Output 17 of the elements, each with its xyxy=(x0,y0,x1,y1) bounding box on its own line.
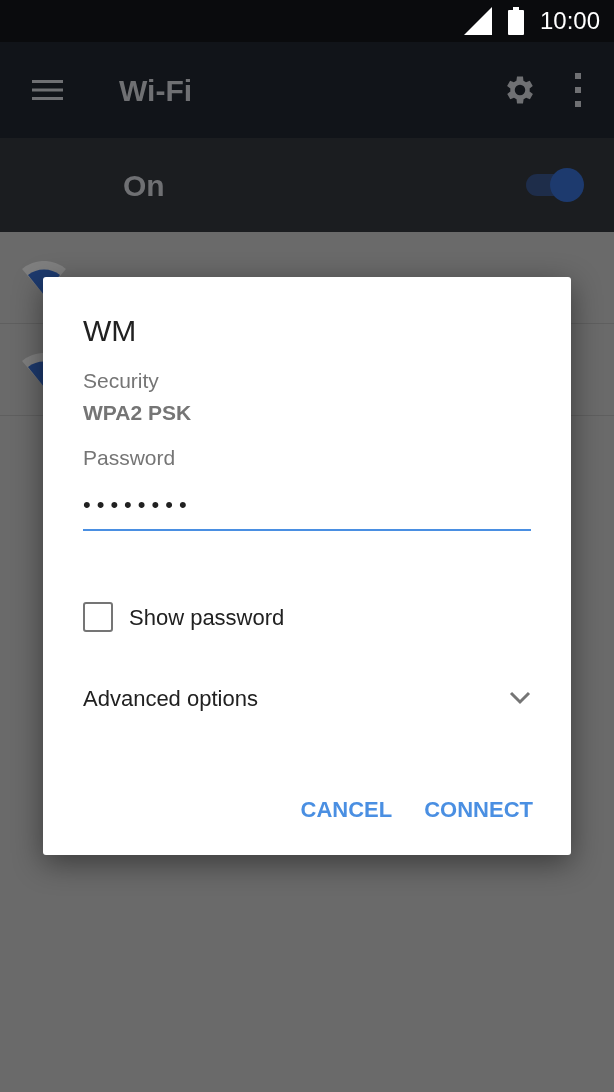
advanced-options-label[interactable]: Advanced options xyxy=(83,681,258,715)
clock: 10:00 xyxy=(539,6,600,36)
dialog-title: WM xyxy=(83,313,138,349)
screen-title: Wi-Fi xyxy=(119,72,193,109)
switch-label: On xyxy=(123,167,165,204)
battery-icon xyxy=(507,7,524,35)
wifi-toggle[interactable] xyxy=(524,168,584,202)
signal-icon xyxy=(463,7,492,35)
checkbox[interactable] xyxy=(83,602,113,632)
password-field[interactable]: •••••••• xyxy=(83,481,531,531)
more-options-icon[interactable] xyxy=(574,73,582,107)
show-password-label[interactable]: Show password xyxy=(129,600,285,634)
security-label: Security xyxy=(83,368,160,394)
chevron-down-icon[interactable] xyxy=(509,691,531,705)
menu-icon[interactable] xyxy=(32,80,63,100)
security-value: WPA2 PSK xyxy=(83,399,193,426)
password-label: Password xyxy=(83,445,177,471)
